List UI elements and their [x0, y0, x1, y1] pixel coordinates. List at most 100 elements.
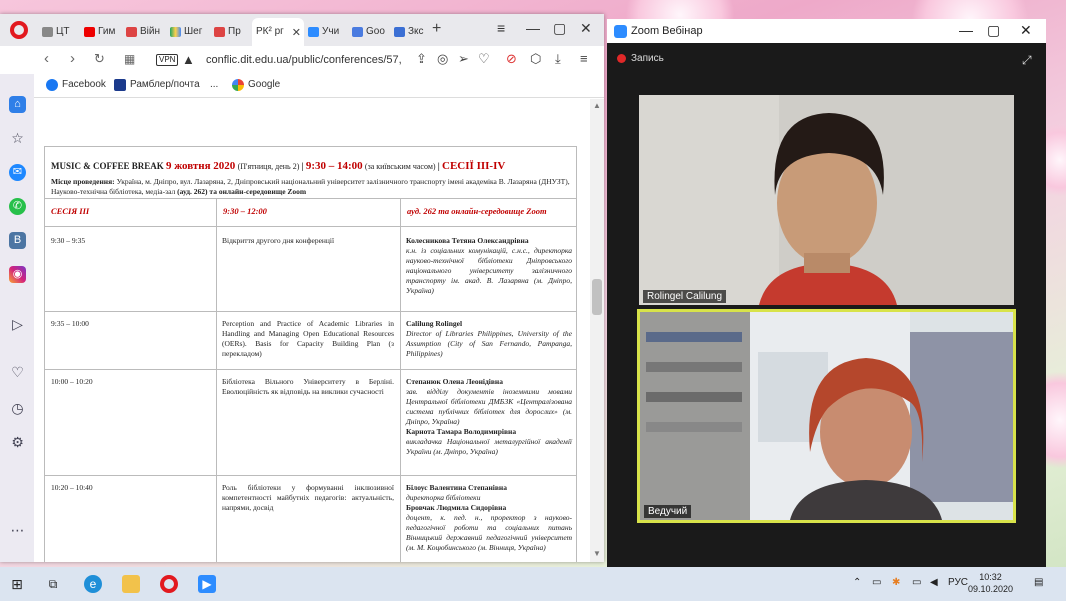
program-header: MUSIC & COFFEE BREAK 9 жовтня 2020 (П'ят…	[45, 147, 576, 199]
insecure-warning-icon[interactable]: ▲	[182, 52, 195, 67]
session-name: СЕСІЯ III	[51, 206, 90, 216]
bookmark-more[interactable]: ...	[196, 79, 218, 90]
tab-label: Зкс	[408, 26, 424, 37]
adblock-icon[interactable]: ⊘	[506, 52, 517, 66]
bookmark-rambler[interactable]: Рамблер/почта	[114, 79, 200, 91]
speaker-affiliation: зав. відділу документів іноземними мовам…	[406, 387, 572, 426]
speaker-affiliation: директорка бібліотеки	[406, 493, 481, 502]
close-tab-icon[interactable]: ✕	[292, 26, 301, 39]
maximize-button[interactable]: ▢	[987, 22, 1000, 38]
bookmarks-bar: Facebook Рамблер/почта ... Google	[0, 74, 604, 98]
bookmark-facebook[interactable]: Facebook	[46, 79, 106, 91]
tab-3[interactable]: Війн	[122, 18, 166, 46]
battery-icon[interactable]: ▭	[872, 577, 881, 588]
gmail-icon	[126, 27, 137, 37]
more-icon[interactable]: ⋯	[9, 522, 26, 539]
scroll-down-icon[interactable]: ▼	[593, 549, 601, 558]
bookmark-label: ...	[210, 79, 219, 90]
speaker-name: Calilung Rolingel	[406, 319, 463, 328]
history-icon[interactable]: ◷	[9, 400, 26, 417]
event-time: 9:30 – 14:00	[305, 160, 363, 172]
new-tab-button[interactable]: +	[432, 21, 441, 37]
bookmark-label: Facebook	[62, 79, 106, 90]
url-input[interactable]: conflic.dit.edu.ua/public/conferences/57…	[206, 54, 402, 66]
vk-icon[interactable]: В	[9, 232, 26, 249]
forward-icon[interactable]: ›	[70, 51, 75, 67]
page-scrollbar[interactable]: ▲ ▼	[590, 99, 604, 562]
home-icon[interactable]: ⌂	[9, 96, 26, 113]
recording-indicator[interactable]: Запись	[617, 53, 664, 64]
share-icon[interactable]: ⇪	[416, 52, 427, 66]
menu-icon[interactable]: ≡	[580, 52, 588, 66]
session-row: СЕСІЯ III 9:30 – 12:00 ауд. 262 та онлай…	[45, 199, 576, 227]
app-tray-icon[interactable]: ✱	[892, 577, 900, 588]
tab-search-icon[interactable]: ≡	[497, 20, 505, 36]
separator: |	[301, 161, 304, 171]
volume-icon[interactable]: ◀	[930, 577, 938, 588]
messenger-icon[interactable]: ✉	[9, 164, 26, 181]
back-icon[interactable]: ‹	[44, 51, 49, 67]
minimize-button[interactable]: —	[526, 20, 540, 36]
settings-icon[interactable]: ⚙	[9, 434, 26, 451]
tab-8[interactable]: Goo	[348, 18, 390, 46]
favorites-icon[interactable]: ♡	[9, 364, 26, 381]
row-time: 10:00 – 10:20	[51, 377, 93, 386]
bookmark-google[interactable]: Google	[232, 79, 280, 91]
tray-chevron-icon[interactable]: ⌃	[853, 577, 861, 588]
download-icon[interactable]: ⤓	[555, 52, 561, 66]
close-window-button[interactable]: ✕	[1020, 22, 1032, 38]
row-speakers: Колесникова Тетяна Олександрівна к.н. із…	[406, 236, 572, 296]
speed-dial-icon[interactable]: ▦	[124, 51, 135, 67]
row-divider	[45, 475, 576, 476]
edge-icon[interactable]: e	[84, 575, 102, 593]
opera-menu-icon[interactable]	[10, 21, 28, 39]
row-time: 10:20 – 10:40	[51, 483, 93, 492]
opera-taskbar-icon[interactable]	[160, 575, 178, 593]
participant-video-2-active-speaker[interactable]: Ведучий	[637, 309, 1016, 523]
star-icon[interactable]: ☆	[9, 130, 26, 147]
tab-active-conference[interactable]: РК² рг ✕	[252, 18, 304, 46]
reload-icon[interactable]: ↻	[94, 51, 105, 67]
tab-5[interactable]: Пр	[210, 18, 252, 46]
snapshot-icon[interactable]: ◎	[437, 52, 448, 66]
extensions-icon[interactable]: ⬡	[530, 52, 541, 66]
venue-online: та онлайн-середовище Zoom	[209, 187, 307, 196]
fullscreen-icon[interactable]: ⤢	[1022, 53, 1032, 68]
speaker-affiliation: Director of Libraries Philippines, Unive…	[406, 329, 572, 358]
start-icon[interactable]: ⊞	[8, 575, 26, 593]
scroll-up-icon[interactable]: ▲	[593, 101, 601, 110]
vpn-badge[interactable]: VPN	[156, 54, 179, 66]
row-speakers: Calilung Rolingel Director of Libraries …	[406, 319, 572, 359]
bookmark-heart-icon[interactable]: ♡	[478, 52, 490, 66]
conference-program-table: MUSIC & COFFEE BREAK 9 жовтня 2020 (П'ят…	[44, 146, 577, 562]
clock-date: 09.10.2020	[968, 584, 1014, 594]
tab-7[interactable]: Учи	[304, 18, 348, 46]
event-day: (П'ятниця, день 2)	[237, 162, 300, 171]
close-window-button[interactable]: ✕	[580, 20, 592, 36]
flow-icon[interactable]: ▷	[9, 316, 26, 333]
tab-label: Пр	[228, 26, 241, 37]
speaker-affiliation: к.н. із соціальних комунікацій, с.н.с., …	[406, 246, 572, 295]
minimize-button[interactable]: —	[959, 22, 973, 38]
notifications-icon[interactable]: ▤	[1034, 577, 1043, 588]
tab-1[interactable]: ЦТ	[38, 18, 80, 46]
zoom-window-title: Zoom Вебінар	[631, 25, 703, 37]
task-view-icon[interactable]: ⧉	[44, 575, 62, 593]
row-divider	[45, 311, 576, 312]
participant-video-1[interactable]: Rolingel Calilung	[639, 95, 1014, 305]
whatsapp-icon[interactable]: ✆	[9, 198, 26, 215]
language-indicator[interactable]: РУС	[948, 577, 968, 588]
tab-4[interactable]: Шег	[166, 18, 210, 46]
event-sessions: СЕСІЇ III-IV	[442, 160, 506, 172]
zoom-taskbar-icon[interactable]: ▶	[198, 575, 216, 593]
tab-9[interactable]: Зкс	[390, 18, 430, 46]
network-icon[interactable]: ▭	[912, 577, 921, 588]
instagram-icon[interactable]: ◉	[9, 266, 26, 283]
tab-2[interactable]: Гим	[80, 18, 122, 46]
file-explorer-icon[interactable]	[122, 575, 140, 593]
scroll-thumb[interactable]	[592, 279, 602, 315]
taskbar-clock[interactable]: 10:32 09.10.2020	[968, 571, 1013, 595]
maximize-button[interactable]: ▢	[553, 20, 566, 36]
send-icon[interactable]: ➢	[458, 52, 469, 66]
tab-label: Учи	[322, 26, 340, 37]
